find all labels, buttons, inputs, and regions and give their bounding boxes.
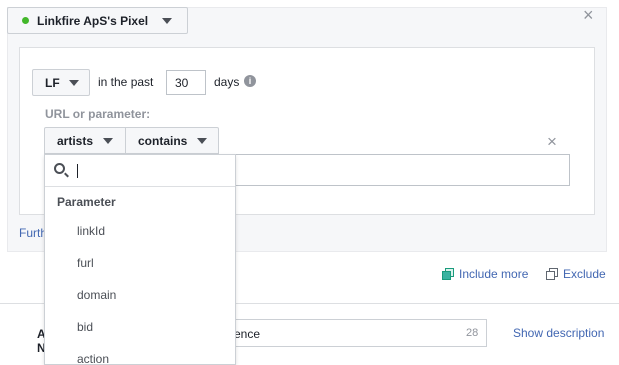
include-more-button[interactable]: Include more bbox=[442, 267, 528, 281]
status-dot bbox=[22, 17, 29, 24]
operator-select-label: contains bbox=[138, 133, 188, 148]
dropdown-section-header: Parameter bbox=[57, 195, 116, 209]
further-link[interactable]: Further bbox=[19, 226, 44, 240]
parameter-select-label: artists bbox=[57, 133, 94, 148]
event-select-label: LF bbox=[45, 75, 60, 90]
chevron-down-icon bbox=[103, 137, 114, 144]
dropdown-item[interactable]: domain bbox=[77, 288, 116, 302]
include-more-icon bbox=[442, 267, 455, 281]
parameter-select[interactable]: artists bbox=[44, 127, 126, 154]
text-cursor bbox=[77, 164, 78, 178]
close-icon[interactable]: × bbox=[583, 6, 594, 24]
include-more-label: Include more bbox=[459, 267, 529, 281]
chevron-down-icon bbox=[162, 17, 173, 24]
remove-rule-close-icon[interactable]: × bbox=[547, 133, 557, 150]
chevron-down-icon bbox=[68, 79, 79, 86]
show-description-link[interactable]: Show description bbox=[513, 326, 604, 340]
dropdown-search-input[interactable] bbox=[45, 155, 235, 187]
days-label: days bbox=[214, 75, 240, 89]
operator-select[interactable]: contains bbox=[126, 127, 219, 154]
parameter-dropdown: Parameter linkId furl domain bid action bbox=[44, 154, 236, 365]
dropdown-item[interactable]: action bbox=[77, 352, 109, 364]
exclude-icon bbox=[546, 267, 559, 281]
exclude-button[interactable]: Exclude bbox=[546, 267, 606, 281]
dropdown-item[interactable]: bid bbox=[77, 320, 93, 334]
audience-name-value: ence bbox=[234, 327, 261, 341]
days-input[interactable] bbox=[166, 70, 206, 95]
info-icon[interactable]: i bbox=[244, 75, 256, 87]
chevron-down-icon bbox=[197, 137, 208, 144]
pixel-name: Linkfire ApS's Pixel bbox=[37, 13, 149, 28]
search-icon bbox=[54, 163, 65, 174]
in-the-past-label: in the past bbox=[98, 75, 154, 89]
dropdown-item[interactable]: linkId bbox=[77, 224, 105, 238]
filter-selects: artists contains bbox=[44, 127, 219, 154]
url-parameter-label: URL or parameter: bbox=[45, 107, 151, 121]
pixel-select[interactable]: Linkfire ApS's Pixel bbox=[7, 7, 188, 34]
event-select[interactable]: LF bbox=[32, 69, 90, 96]
dropdown-item[interactable]: furl bbox=[77, 256, 94, 270]
exclude-label: Exclude bbox=[563, 267, 606, 281]
char-count: 28 bbox=[466, 327, 479, 339]
